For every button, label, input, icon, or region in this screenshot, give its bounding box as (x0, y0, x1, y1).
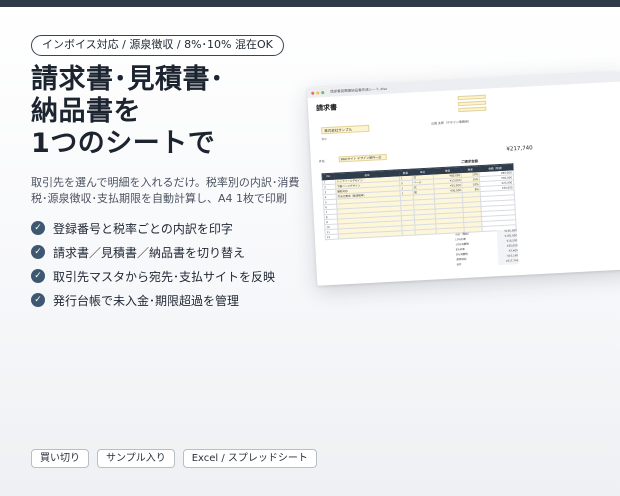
feature-text: 発行台帳で未入金･期限超過を管理 (53, 293, 240, 308)
product-description: 取引先を選んで明細を入れるだけ。税率別の内訳･消費税･源泉徴収･支払期限を自動計… (31, 176, 300, 205)
minimize-dot-icon (316, 90, 320, 95)
maximize-dot-icon (321, 90, 325, 94)
product-tags: 買い切り サンプル入り Excel / スプレッドシート (31, 449, 317, 468)
amount-title: ご請求金額 (460, 159, 479, 165)
document-title: 請求書 (315, 103, 338, 113)
check-circle-icon: ✓ (31, 245, 45, 259)
feature-text: 登録番号と税率ごとの内訳を印字 (53, 221, 233, 236)
top-accent-bar (0, 0, 620, 7)
total-label: 合計 (456, 263, 462, 267)
close-dot-icon (311, 91, 315, 95)
client-name: 株式会社サンプル (321, 124, 370, 135)
meta-field (457, 100, 487, 107)
sender-name: 山田 太郎（デザイン事務所） (430, 119, 472, 126)
check-circle-icon: ✓ (31, 293, 45, 307)
subject-field: Webサイト デザイン制作一式 (338, 153, 387, 163)
total-value: ¥217,740 (498, 259, 519, 266)
feature-tag-pill: インボイス対応 / 源泉徴収 / 8%･10% 混在OK (31, 35, 284, 56)
document-meta (457, 94, 487, 114)
feature-list: ✓ 登録番号と税率ごとの内訳を印字 ✓ 請求書／見積書／納品書を切り替え ✓ 取引先マ… (31, 216, 275, 312)
table-cell (402, 230, 415, 236)
subject-label: 件名 (318, 159, 325, 164)
window-titlebar: 請求書見積書納品書作成シート.xlsx (307, 71, 620, 98)
headline: 請求書･見積書･ 納品書を 1つのシートで (31, 64, 224, 160)
feature-item: ✓ 登録番号と税率ごとの内訳を印字 (31, 216, 275, 240)
feature-text: 請求書／見積書／納品書を切り替え (53, 245, 246, 260)
check-circle-icon: ✓ (31, 221, 45, 235)
line-items-table: No. 品名 数量 単位 単価 税率 金額（税抜） 1 トップページデザイン 1 式 ¥80,000… (321, 163, 517, 240)
meta-field (458, 106, 487, 113)
headline-line-2: 納品書を (31, 96, 141, 127)
totals-block: 小計（税抜） ¥195,000 10%対象 ¥165,000 10%消費税 ¥16,500… (455, 229, 519, 267)
file-name: 請求書見積書納品書作成シート.xlsx (330, 86, 388, 94)
feature-item: ✓ 請求書／見積書／納品書を切り替え (31, 240, 275, 264)
spreadsheet-preview: 請求書見積書納品書作成シート.xlsx 請求書 株式会社サンプル 御中 山田 太… (307, 71, 620, 286)
headline-line-1: 請求書･見積書･ (31, 64, 224, 95)
meta-field (457, 94, 486, 101)
client-honorific: 御中 (321, 138, 327, 142)
table-cell: 12 (325, 234, 339, 240)
check-circle-icon: ✓ (31, 269, 45, 283)
feature-item: ✓ 取引先マスタから宛先･支払サイトを反映 (31, 264, 275, 288)
feature-text: 取引先マスタから宛先･支払サイトを反映 (53, 269, 276, 284)
tag-purchase: 買い切り (31, 449, 89, 468)
feature-item: ✓ 発行台帳で未入金･期限超過を管理 (31, 288, 275, 312)
table-cell (414, 228, 437, 236)
invoice-amount: ¥217,740 (506, 145, 533, 153)
headline-line-3: 1つのシートで (31, 128, 216, 159)
tag-sample: サンプル入り (97, 449, 175, 468)
tag-format: Excel / スプレッドシート (182, 449, 317, 468)
